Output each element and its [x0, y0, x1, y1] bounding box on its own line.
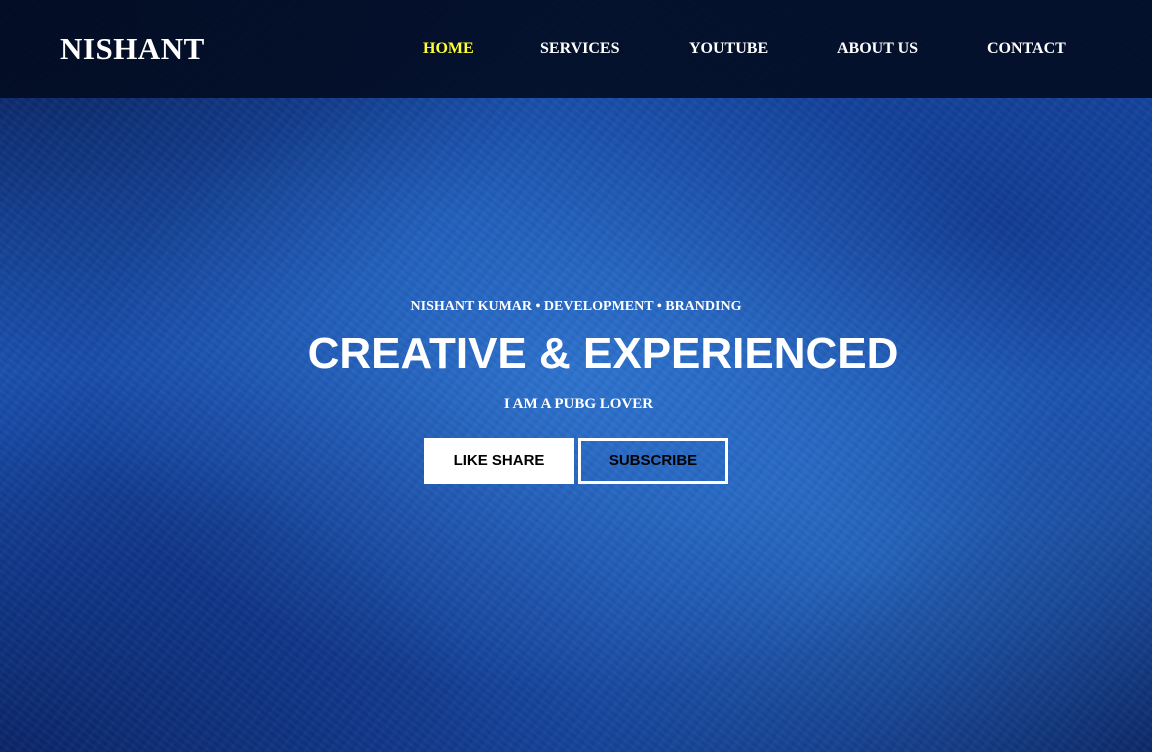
navbar: NISHANT HOME SERVICES YOUTUBE ABOUT US C… [0, 0, 1152, 98]
nav-link-services[interactable]: SERVICES [540, 38, 619, 60]
main-nav: HOME SERVICES YOUTUBE ABOUT US CONTACT [0, 38, 1152, 60]
like-share-button[interactable]: LIKE SHARE [424, 438, 574, 484]
nav-link-home[interactable]: HOME [423, 38, 474, 60]
subscribe-button[interactable]: SUBSCRIBE [578, 438, 728, 484]
nav-link-contact[interactable]: CONTACT [987, 38, 1066, 60]
nav-link-about-us[interactable]: ABOUT US [837, 38, 918, 60]
nav-link-youtube[interactable]: YOUTUBE [689, 38, 768, 60]
hero-headline: CREATIVE & EXPERIENCED [307, 329, 899, 378]
hero-subline: I AM A PUBG LOVER [503, 396, 654, 412]
hero-tagline: NISHANT KUMAR • DEVELOPMENT • BRANDING [410, 299, 742, 314]
